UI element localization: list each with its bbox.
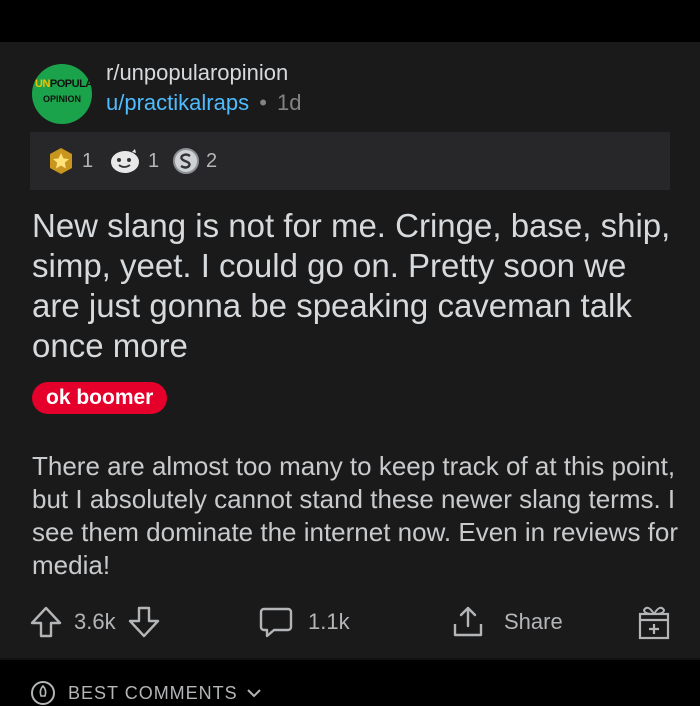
rocket-sort-icon: [31, 681, 55, 705]
post-flair[interactable]: ok boomer: [32, 382, 168, 414]
gift-icon: [638, 606, 670, 640]
subreddit-avatar[interactable]: UNPOPULAR OPINION: [32, 64, 92, 124]
comment-count: 1.1k: [308, 609, 350, 634]
logo-popular: POPULAR: [49, 78, 92, 90]
share-label: Share: [504, 609, 563, 634]
award-gold[interactable]: 1: [46, 132, 93, 190]
comment-icon: [259, 607, 293, 638]
vote-group: 3.6k: [28, 600, 162, 644]
award-wholesome[interactable]: 1: [108, 132, 159, 190]
gold-star-award-icon: [50, 148, 72, 174]
divider: [0, 658, 700, 660]
logo-line-1: UNPOPULAR: [35, 78, 92, 90]
award-count: 2: [206, 149, 218, 172]
downvote-icon[interactable]: [126, 604, 162, 640]
chevron-down-icon: [246, 689, 261, 698]
meta-separator: •: [259, 90, 267, 115]
post-title[interactable]: New slang is not for me. Cringe, base, s…: [32, 206, 672, 366]
comments-button[interactable]: 1.1k: [258, 600, 350, 644]
logo-un: UN: [35, 78, 50, 90]
sort-label: BEST COMMENTS: [68, 682, 238, 703]
vote-count: 3.6k: [74, 609, 116, 634]
award-count: 1: [148, 149, 160, 172]
silver-s-award-icon: [173, 148, 199, 174]
post-body: There are almost too many to keep track …: [32, 451, 679, 580]
top-bar: [0, 0, 700, 42]
post-age: 1d: [277, 90, 302, 115]
logo-line-2: OPINION: [42, 94, 81, 104]
award-silver[interactable]: 2: [172, 132, 217, 190]
wholesome-award-icon: [111, 149, 139, 173]
post-meta: u/practikalraps • 1d: [106, 90, 302, 116]
subreddit-name[interactable]: r/unpopularopinion: [106, 60, 288, 86]
comment-sort[interactable]: BEST COMMENTS: [30, 680, 262, 706]
award-button[interactable]: [636, 600, 672, 644]
share-icon: [453, 606, 483, 637]
upvote-icon[interactable]: [28, 604, 64, 640]
awards-bar[interactable]: 1 1 2: [30, 132, 670, 190]
award-count: 1: [82, 149, 94, 172]
author-link[interactable]: u/practikalraps: [106, 90, 249, 115]
share-button[interactable]: Share: [450, 600, 563, 644]
